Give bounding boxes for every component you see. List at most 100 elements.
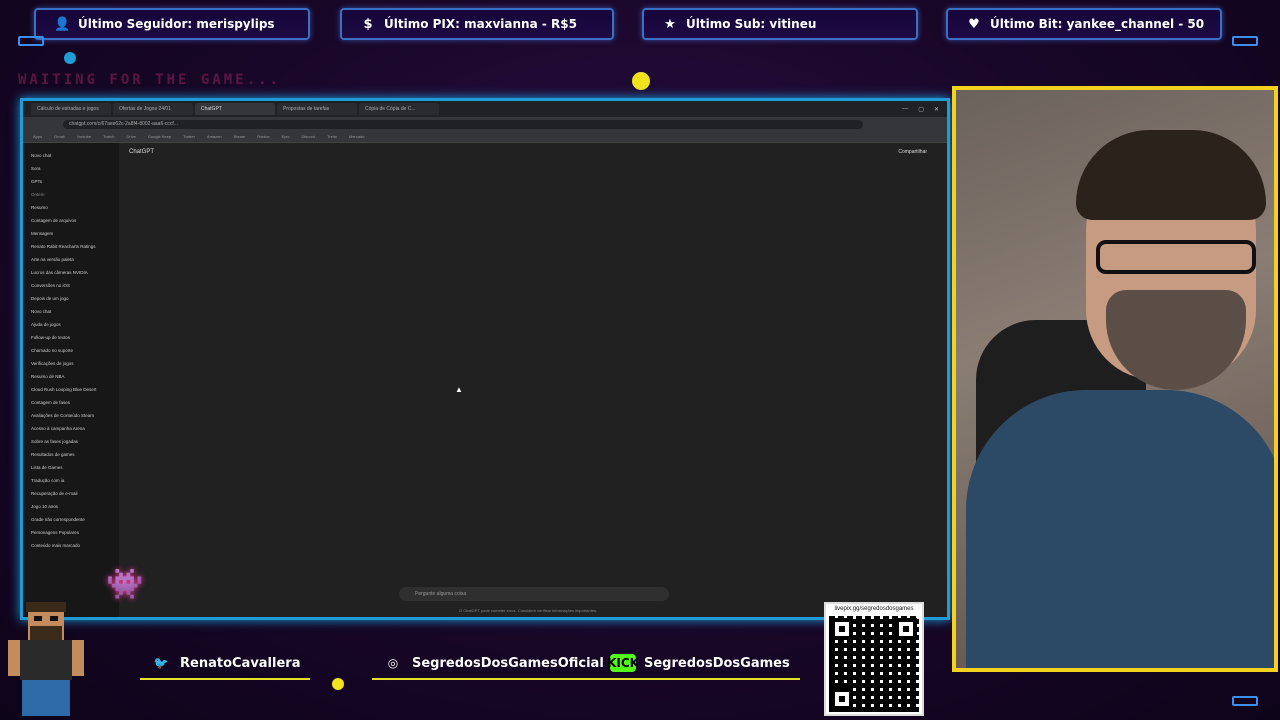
alert-bit-text: Último Bit: yankee_channel - 50 (990, 17, 1205, 31)
sidebar-chat-item[interactable]: Resumo de NBA (31, 370, 111, 383)
blue-dot (64, 52, 76, 64)
url-field[interactable]: chatgpt.com/c/67aee62c-2a8f4-8002-aaa6-c… (63, 119, 863, 129)
sidebar-chat-item[interactable]: GPTs (31, 175, 111, 188)
bookmarks-bar: Apps Gmail Youtube Twitch Drive Google K… (23, 131, 947, 143)
disclaimer-text: O ChatGPT pode cometer erros. Considere … (459, 608, 598, 613)
qr-code-panel: livepix.gg/segredosdosgames (824, 602, 924, 716)
bookmark[interactable]: Trello (327, 134, 337, 139)
bookmark[interactable]: Discord (301, 134, 315, 139)
qr-finder (831, 618, 853, 640)
bookmark[interactable]: Mercado (349, 134, 365, 139)
qr-url: livepix.gg/segredosdosgames (834, 606, 914, 612)
share-button[interactable]: Compartilhar (898, 149, 927, 155)
bookmark[interactable]: Gmail (54, 134, 64, 139)
sidebar-chat-item[interactable]: Cloud Rush Looping Blue Desert (31, 383, 111, 396)
bookmark[interactable]: Roblox (257, 134, 269, 139)
bookmark[interactable]: Drive (126, 134, 135, 139)
sidebar-chat-item[interactable]: Grade não correspondente (31, 513, 111, 526)
person-icon: 👤 (54, 16, 71, 32)
chat-sidebar: Novo chat Sora GPTs Ontem Resumo Contagem de … (23, 143, 119, 617)
instagram-icon: ◎ (387, 656, 399, 670)
corner-decoration (1232, 36, 1258, 46)
sidebar-chat-item[interactable]: Conteúdo mais marcado (31, 539, 111, 552)
browser-tab-active[interactable]: ChatGPT (195, 103, 275, 115)
dollar-icon: $ (363, 16, 373, 32)
sidebar-chat-item[interactable]: Renato Rabit Reacharts Ratings (31, 240, 111, 253)
alert-follower-text: Último Seguidor: merispylips (78, 17, 275, 31)
sidebar-chat-item[interactable]: Conversões no iOS (31, 279, 111, 292)
sidebar-chat-item[interactable]: Lucros das câmeras NVIDIA (31, 266, 111, 279)
sidebar-chat-item[interactable]: Recuperação de e-mail (31, 487, 111, 500)
sidebar-chat-item[interactable]: Depois de um jogo (31, 292, 111, 305)
alert-sub: ★ Último Sub: vitineu (642, 8, 918, 40)
mouse-cursor-icon: ▲ (455, 385, 463, 394)
sidebar-chat-item[interactable]: Contagem de arquivos (31, 214, 111, 227)
bookmark[interactable]: Apps (33, 134, 42, 139)
webcam-person-body (966, 390, 1274, 668)
social-twitter[interactable]: 🐦 RenatoCavallera (140, 648, 311, 680)
bookmark[interactable]: Google Keep (148, 134, 171, 139)
window-controls: — ▢ ✕ (902, 106, 947, 113)
bookmark[interactable]: Twitter (183, 134, 195, 139)
address-bar: chatgpt.com/c/67aee62c-2a8f4-8002-aaa6-c… (23, 117, 947, 131)
webcam-person-glasses (1096, 240, 1256, 274)
sidebar-chat-item[interactable]: Lista de Games (31, 461, 111, 474)
bookmark[interactable]: Epic (282, 134, 290, 139)
heart-icon: ♥ (968, 16, 980, 32)
sidebar-chat-item[interactable]: Resumo (31, 201, 111, 214)
maximize-icon[interactable]: ▢ (918, 106, 924, 113)
sidebar-chat-item[interactable]: Novo chat (31, 305, 111, 318)
bookmark[interactable]: Amazon (207, 134, 222, 139)
sidebar-chat-item[interactable]: Contagem de fases (31, 396, 111, 409)
browser-tab[interactable]: Cálculo de estradas e jogos (31, 103, 111, 115)
prompt-input[interactable]: Pergunte alguma coisa (399, 587, 669, 601)
sidebar-chat-item[interactable]: Acesso à campanha Arena (31, 422, 111, 435)
sidebar-section-heading: Ontem (31, 192, 45, 197)
twitter-handle: RenatoCavallera (180, 655, 301, 671)
waiting-text: WAITING FOR THE GAME... (18, 72, 281, 88)
kick-handle: SegredosDosGames (644, 655, 790, 671)
sidebar-chat-item[interactable]: Avaliações de Conteúdo Steam (31, 409, 111, 422)
sidebar-chat-item[interactable]: Mensagem (31, 227, 111, 240)
browser-tabbar: Cálculo de estradas e jogos Ofertas de J… (23, 101, 947, 117)
alert-sub-text: Último Sub: vitineu (686, 17, 817, 31)
alert-follower: 👤 Último Seguidor: merispylips (34, 8, 310, 40)
sidebar-chat-item[interactable]: Tradução com ia (31, 474, 111, 487)
space-invader-icon: 👾 (106, 568, 144, 601)
sidebar-chat-item[interactable]: Personagens Populares (31, 526, 111, 539)
pixel-avatar (8, 602, 84, 716)
bookmark[interactable]: Twitch (103, 134, 114, 139)
alert-pix: $ Último PIX: maxvianna - R$5 (340, 8, 614, 40)
browser-tab[interactable]: Propostas de tarefas (277, 103, 357, 115)
corner-decoration (18, 36, 44, 46)
browser-tab[interactable]: Cópia de Cópia de C... (359, 103, 439, 115)
kick-icon: KICK (607, 654, 639, 672)
sidebar-chat-item[interactable]: Resultados de games (31, 448, 111, 461)
bookmark[interactable]: Steam (234, 134, 246, 139)
alert-bit: ♥ Último Bit: yankee_channel - 50 (946, 8, 1222, 40)
twitter-icon: 🐦 (153, 656, 169, 670)
sidebar-chat-item[interactable]: Sobre as fases jogadas (31, 435, 111, 448)
close-icon[interactable]: ✕ (934, 106, 939, 113)
social-kick[interactable]: KICK SegredosDosGames (600, 648, 800, 680)
webcam-feed (952, 86, 1278, 672)
screen-capture: Cálculo de estradas e jogos Ofertas de J… (20, 98, 950, 620)
qr-finder (895, 618, 917, 640)
sidebar-chat-item[interactable]: Ajuda de jogos (31, 318, 111, 331)
chat-main: ChatGPT Compartilhar ▲ Pergunte alguma c… (119, 143, 947, 617)
sidebar-chat-item[interactable]: Jogo 10 anos (31, 500, 111, 513)
sidebar-chat-item[interactable]: Arte na versão paleta (31, 253, 111, 266)
bookmark[interactable]: Youtube (77, 134, 92, 139)
browser-tab[interactable]: Ofertas de Jogos 24/01 (113, 103, 193, 115)
sidebar-chat-item[interactable]: Chamado no suporte (31, 344, 111, 357)
social-instagram[interactable]: ◎ SegredosDosGamesOficial (372, 648, 614, 680)
minimize-icon[interactable]: — (902, 106, 908, 113)
sidebar-chat-item[interactable]: Verificações de jogos (31, 357, 111, 370)
star-icon: ★ (664, 16, 676, 32)
sidebar-chat-item[interactable]: Sora (31, 162, 111, 175)
sidebar-chat-item[interactable]: Follow-up de textos (31, 331, 111, 344)
model-selector[interactable]: ChatGPT (129, 149, 154, 155)
qr-code-image (829, 616, 919, 712)
corner-decoration (1232, 696, 1258, 706)
sidebar-chat-item[interactable]: Novo chat (31, 149, 111, 162)
